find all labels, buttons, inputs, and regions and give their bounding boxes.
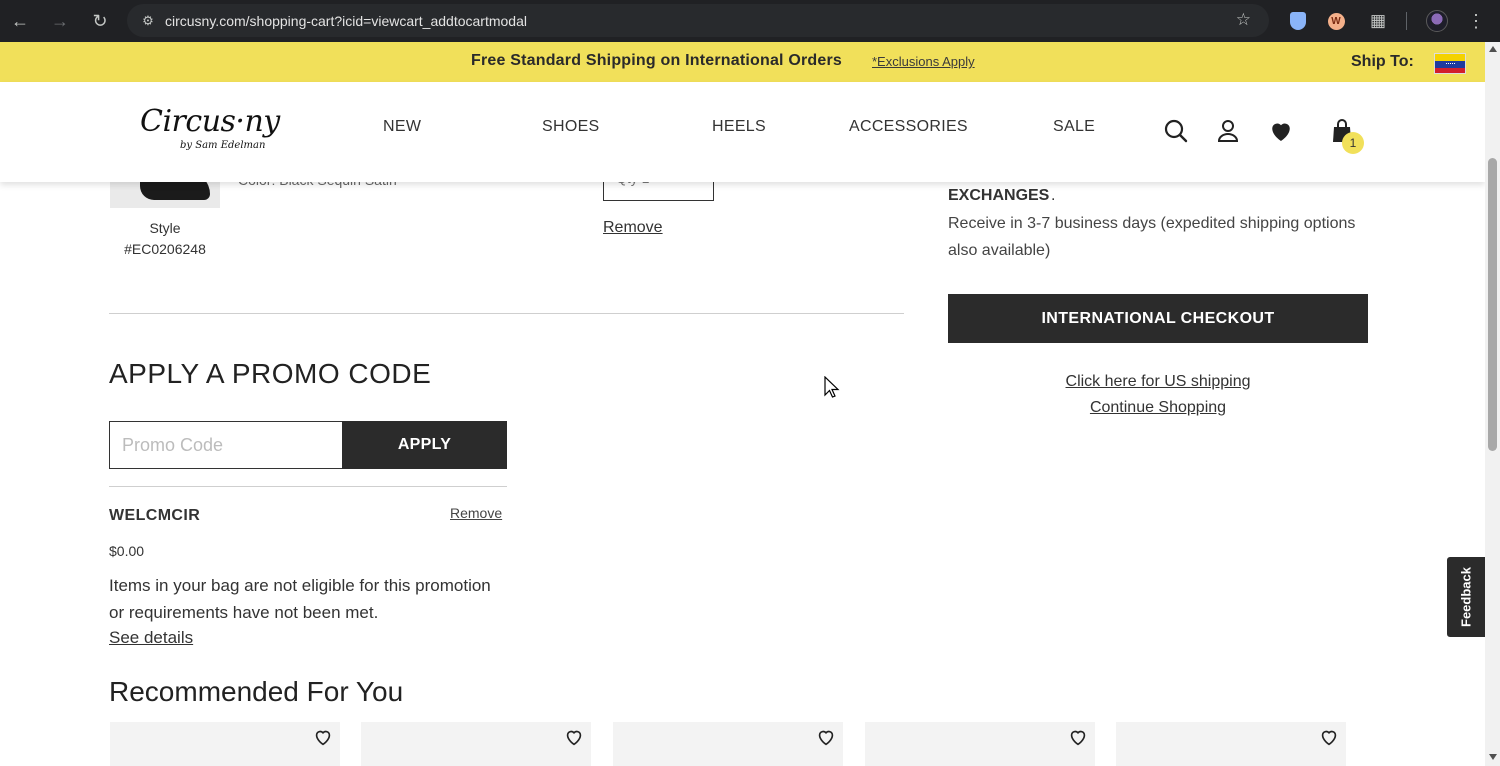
recommended-card[interactable] (361, 722, 591, 766)
code-discount-amount: $0.00 (109, 543, 145, 559)
nav-accessories[interactable]: ACCESSORIES (849, 118, 968, 136)
browser-toolbar: ← → ↻ ⚙ circusny.com/shopping-cart?icid=… (0, 0, 1500, 42)
promo-code-input[interactable] (109, 421, 343, 469)
w-extension-icon[interactable]: W (1324, 9, 1348, 33)
wishlist-heart-icon[interactable] (1067, 726, 1091, 750)
nav-new[interactable]: NEW (383, 118, 421, 136)
banner-message: Free Standard Shipping on International … (471, 52, 843, 69)
account-icon[interactable] (1213, 116, 1243, 146)
wishlist-heart-icon[interactable] (1266, 116, 1296, 146)
mouse-cursor-icon (824, 376, 840, 398)
apply-promo-button[interactable]: APPLY (342, 421, 507, 469)
browser-menu-icon[interactable]: ⋮ (1464, 9, 1488, 33)
extensions-puzzle-icon[interactable]: ▦ (1366, 9, 1390, 33)
circus-ny-logo[interactable]: Circus·ny by Sam Edelman (140, 104, 290, 160)
recommended-card[interactable] (1116, 722, 1346, 766)
scroll-down-arrow-icon[interactable] (1489, 754, 1497, 760)
search-icon[interactable] (1161, 116, 1191, 146)
forward-icon[interactable]: → (40, 0, 80, 42)
applied-code-name: WELCMCIR (109, 507, 201, 524)
back-icon[interactable]: ← (0, 0, 40, 42)
ship-to-label[interactable]: Ship To: (1351, 53, 1414, 71)
shipping-banner: Free Standard Shipping on International … (0, 42, 1485, 82)
logo-byline: by Sam Edelman (180, 140, 266, 151)
promo-section-title: APPLY A PROMO CODE (109, 358, 432, 389)
code-ineligible-message: Items in your bag are not eligible for t… (109, 576, 491, 622)
us-shipping-link[interactable]: Click here for US shipping (948, 373, 1368, 391)
style-label: Style (149, 220, 181, 236)
nav-shoes[interactable]: SHOES (542, 118, 600, 136)
toolbar-divider (1406, 12, 1407, 30)
logo-wordmark: Circus·ny (140, 104, 280, 139)
see-details-link[interactable]: See details (109, 628, 193, 648)
cart-page: Color: Black Sequin Satin Style #EC02062… (0, 82, 1485, 766)
recommended-title: Recommended For You (109, 676, 404, 707)
url-text[interactable]: circusny.com/shopping-cart?icid=viewcart… (165, 13, 527, 29)
nav-heels[interactable]: HEELS (712, 118, 766, 136)
style-number: #EC0206248 (124, 241, 206, 257)
wishlist-heart-icon[interactable] (1318, 726, 1342, 750)
continue-shopping-link[interactable]: Continue Shopping (948, 399, 1368, 417)
delivery-estimate: Receive in 3-7 business days (expedited … (948, 215, 1356, 259)
remove-item-link[interactable]: Remove (603, 219, 663, 237)
bookmark-star-icon[interactable]: ☆ (1236, 10, 1251, 30)
recommended-card[interactable] (613, 722, 843, 766)
nav-sale[interactable]: SALE (1053, 118, 1095, 136)
recommended-card[interactable] (110, 722, 340, 766)
scroll-up-arrow-icon[interactable] (1489, 46, 1497, 52)
address-bar[interactable]: ⚙ circusny.com/shopping-cart?icid=viewca… (127, 4, 1269, 37)
wishlist-heart-icon[interactable] (312, 726, 336, 750)
cart-count-badge: 1 (1342, 132, 1364, 154)
exclusions-link[interactable]: *Exclusions Apply (872, 54, 975, 69)
feedback-label: Feedback (1458, 567, 1474, 627)
feedback-tab[interactable]: Feedback (1447, 557, 1485, 637)
divider (109, 486, 507, 487)
scrollbar-thumb[interactable] (1488, 158, 1497, 451)
site-info-icon[interactable]: ⚙ (131, 13, 165, 29)
product-style: Style #EC0206248 (110, 218, 220, 260)
profile-avatar[interactable] (1425, 9, 1449, 33)
wishlist-heart-icon[interactable] (815, 726, 839, 750)
divider (109, 313, 904, 314)
exchanges-label: EXCHANGES (948, 187, 1050, 204)
international-checkout-button[interactable]: INTERNATIONAL CHECKOUT (948, 294, 1368, 343)
wishlist-heart-icon[interactable] (563, 726, 587, 750)
venezuela-flag-icon[interactable] (1434, 53, 1466, 74)
site-header: Circus·ny by Sam Edelman NEW SHOES HEELS… (0, 82, 1485, 182)
reload-icon[interactable]: ↻ (80, 0, 120, 42)
shield-extension-icon[interactable] (1286, 9, 1310, 33)
exchanges-period: . (1051, 187, 1056, 204)
remove-code-link[interactable]: Remove (450, 505, 502, 521)
recommended-card[interactable] (865, 722, 1095, 766)
page-scrollbar[interactable] (1485, 42, 1500, 766)
